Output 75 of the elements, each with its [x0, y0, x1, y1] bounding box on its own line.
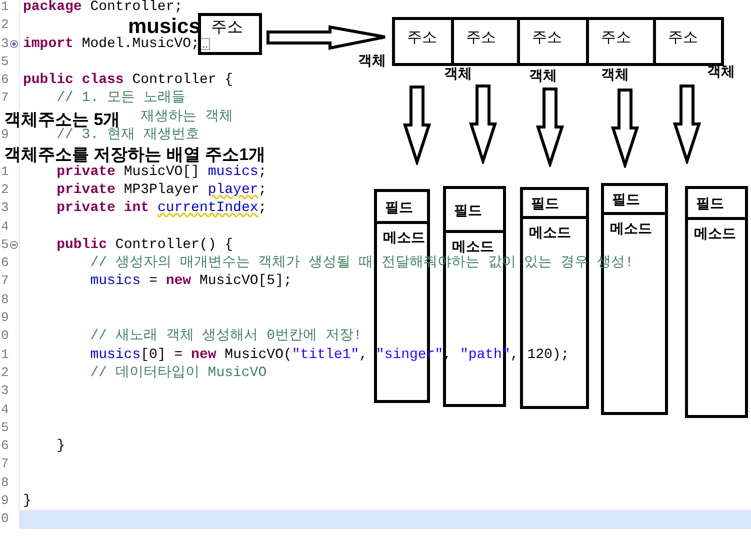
field-label: 필드 [696, 196, 724, 210]
line-number: 5 [1, 236, 9, 254]
method-label: 메소드 [382, 228, 426, 244]
array-cell-text: 주소 [406, 28, 438, 48]
right-arrow-icon [266, 25, 388, 51]
collapse-icon[interactable] [10, 240, 18, 249]
code-line: } [56, 437, 65, 456]
line-number: 2 [1, 364, 9, 382]
line-number: 7 [1, 272, 9, 290]
line-number: 3 [1, 199, 9, 218]
down-arrow-icon [469, 84, 497, 164]
line-number: 3 [1, 34, 9, 53]
code-line: musics = new MusicVO[5]; [90, 272, 292, 291]
down-arrow-icon [403, 85, 431, 165]
down-arrow-icon [536, 87, 564, 167]
line-number: 4 [1, 218, 9, 236]
field-label: 필드 [454, 202, 482, 216]
line-number: 1 [1, 163, 9, 181]
down-arrow-icon [673, 84, 701, 164]
line-number: 3 [1, 382, 9, 400]
method-label: 메소드 [693, 224, 737, 240]
annotation-text: 객체 [529, 68, 557, 82]
annotation-text: 객체 [358, 53, 386, 67]
method-label: 메소드 [451, 237, 495, 253]
code-line: package Controller; [23, 0, 183, 16]
line-number: 0 [1, 327, 9, 346]
code-line: private MP3Player player; [56, 180, 267, 200]
folded-code-icon[interactable] [200, 38, 210, 50]
line-number: 6 [1, 254, 9, 272]
code-line: // 3. 현재 재생번호 [56, 127, 200, 144]
annotation-text: 객체 [444, 66, 472, 80]
annotation-text: musics [128, 16, 200, 37]
line-number: 7 [1, 455, 9, 474]
array-cell: 주소 [586, 20, 653, 63]
line-number: 8 [1, 474, 9, 492]
array-cell: 주소 [517, 20, 586, 63]
field-label: 필드 [612, 192, 640, 206]
annotation-text: 객체 [707, 64, 735, 78]
annotation-text: 객체 [601, 67, 629, 81]
line-number: 2 [1, 180, 9, 199]
method-label: 메소드 [609, 219, 653, 235]
code-line: public Controller() { [56, 236, 234, 254]
method-label: 메소드 [528, 223, 572, 239]
field-label: 필드 [531, 196, 559, 210]
code-line: private int currentIndex; [56, 199, 267, 218]
reference-box: 주소 [198, 13, 262, 55]
line-number: 6 [1, 71, 9, 90]
line-number: 5 [1, 52, 9, 71]
array-cell: 주소 [451, 20, 517, 63]
code-line: // 1. 모든 노래들 [56, 89, 186, 108]
line-number: 2 [1, 16, 9, 34]
down-arrow-icon [611, 88, 639, 168]
array-cell: 주소 [653, 20, 721, 63]
code-line: // 데이터타입이 MusicVO [90, 364, 267, 382]
code-line: public class Controller { [23, 71, 234, 90]
field-label: 필드 [385, 200, 413, 214]
code-line: } [23, 492, 32, 510]
line-number: 1 [1, 0, 9, 16]
code-line: import Model.MusicVO; [23, 34, 200, 53]
line-number: 6 [1, 437, 9, 456]
line-number: 9 [1, 309, 9, 328]
line-number: 0 [1, 510, 9, 528]
line-number: 5 [1, 418, 9, 437]
line-number: 9 [1, 127, 9, 144]
code-line: // 새노래 객체 생성해서 0번칸에 저장! [90, 327, 362, 346]
line-number: 9 [1, 492, 9, 510]
line-number: 4 [1, 400, 9, 419]
annotation-text: 객체주소는 5개 [4, 111, 120, 128]
line-number: 1 [1, 346, 9, 364]
code-line: 재생하는 객체 [140, 108, 233, 126]
line-number: 7 [1, 89, 9, 108]
code-line: private MusicVO[] musics; [56, 163, 267, 181]
line-number: 8 [1, 290, 9, 309]
expand-icon[interactable] [10, 40, 18, 48]
annotation-text: 객체주소를 저장하는 배열 주소1개 [4, 146, 266, 163]
